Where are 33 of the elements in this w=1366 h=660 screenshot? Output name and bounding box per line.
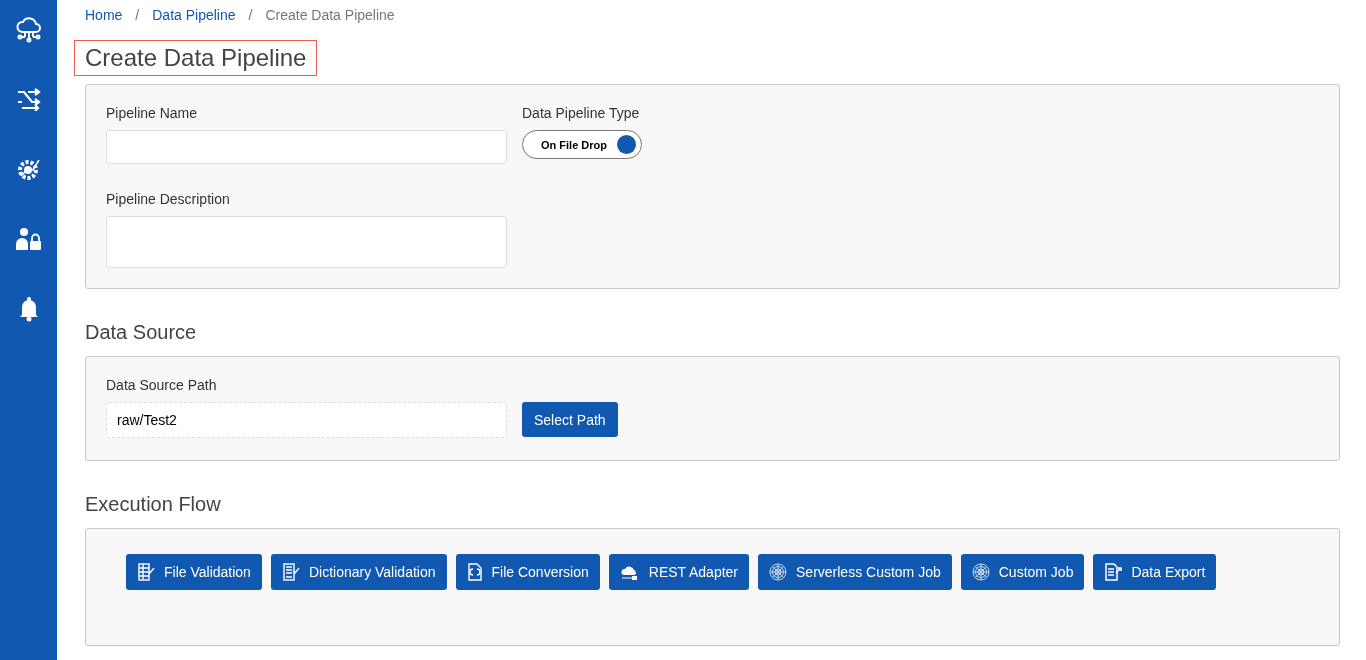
job-button[interactable]: Data Export	[1093, 554, 1217, 590]
section-heading: Data Source	[85, 321, 198, 344]
breadcrumb-separator: /	[248, 7, 253, 25]
section-heading: Execution Flow	[85, 493, 222, 516]
target-icon	[769, 563, 787, 581]
document-export-icon	[1104, 563, 1123, 581]
breadcrumb-link[interactable]: Data Pipeline	[152, 7, 236, 25]
field-label: Pipeline Name	[106, 105, 199, 121]
job-button[interactable]: Dictionary Validation	[270, 554, 447, 590]
document-arrows-icon	[466, 563, 483, 581]
breadcrumb-separator: /	[135, 7, 140, 25]
field-label: Pipeline Description	[106, 190, 231, 207]
job-button[interactable]: File Conversion	[455, 554, 600, 590]
select-path-button[interactable]: Select Path	[522, 402, 618, 437]
table-check-icon	[137, 563, 155, 581]
shuffle-icon[interactable]	[15, 87, 42, 111]
pipeline-name-field[interactable]	[106, 130, 507, 165]
page-title: Create Data Pipeline	[74, 40, 318, 76]
breadcrumb-link[interactable]: Home	[85, 7, 123, 25]
user-lock-icon[interactable]	[14, 226, 43, 252]
pipeline-type-toggle[interactable]: On File Drop	[522, 130, 642, 159]
cloud-network-icon[interactable]	[14, 15, 43, 43]
pipeline-description-field[interactable]	[106, 215, 507, 268]
job-button[interactable]: File Validation	[126, 554, 262, 590]
job-button[interactable]: Custom Job	[960, 554, 1085, 590]
job-button[interactable]: Serverless Custom Job	[758, 554, 952, 590]
field-label: Data Source Path	[106, 377, 218, 393]
list-check-icon	[281, 563, 300, 581]
breadcrumb-current[interactable]: Create Data Pipeline	[265, 7, 395, 25]
field-label: Data Pipeline Type	[522, 105, 641, 121]
job-button[interactable]: REST Adapter	[608, 554, 749, 590]
target-icon	[971, 563, 990, 581]
data-source-path-field[interactable]: raw/Test2	[106, 402, 507, 438]
